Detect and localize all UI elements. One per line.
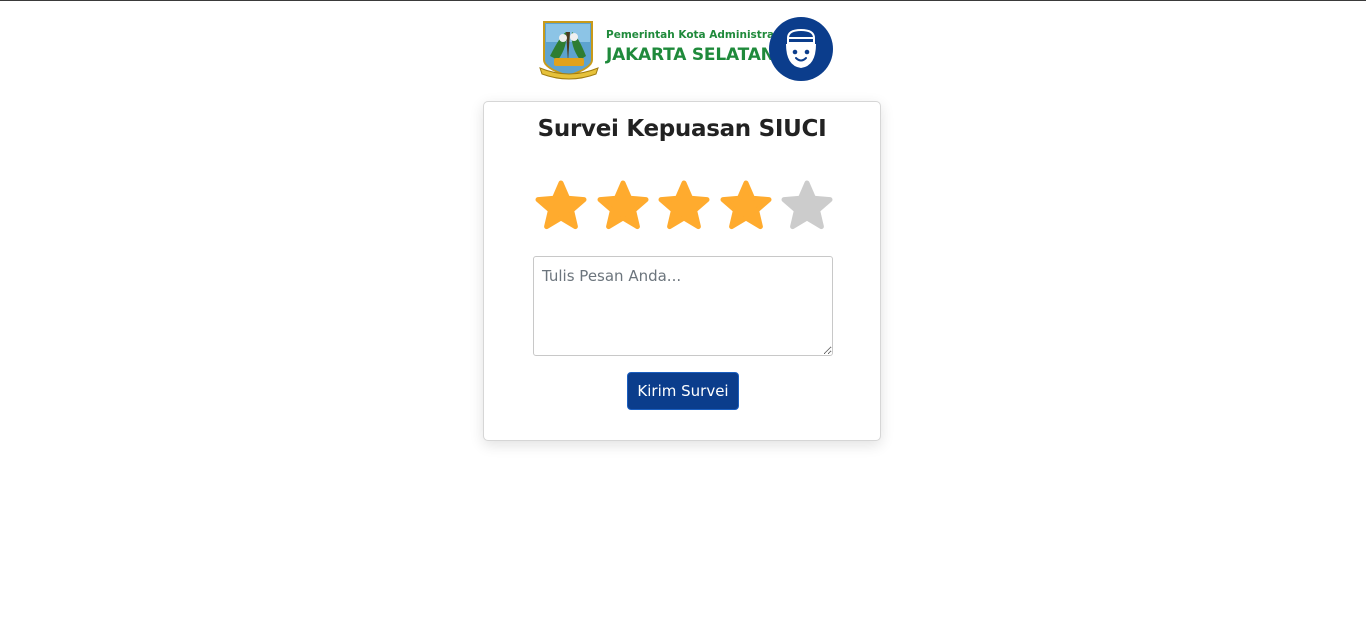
star-icon-2[interactable]	[595, 179, 651, 235]
header: Pemerintah Kota Administrasi JAKARTA SEL…	[536, 16, 834, 84]
star-icon-4[interactable]	[718, 179, 774, 235]
survey-title: Survei Kepuasan SIUCI	[537, 116, 827, 142]
mascot-face-icon	[769, 17, 833, 81]
top-border	[0, 0, 1366, 1]
star-icon-1[interactable]	[533, 179, 589, 235]
submit-survey-button[interactable]: Kirim Survei	[627, 372, 739, 410]
header-text: Pemerintah Kota Administrasi JAKARTA SEL…	[606, 28, 784, 66]
header-title: JAKARTA SELATAN	[606, 45, 775, 65]
jakarta-selatan-crest-icon	[539, 21, 599, 80]
survey-card: Survei Kepuasan SIUCI Kirim Survei	[483, 101, 881, 441]
header-subtitle: Pemerintah Kota Administrasi	[606, 29, 784, 41]
star-rating	[533, 179, 841, 235]
star-icon-5[interactable]	[779, 179, 835, 235]
star-icon-3[interactable]	[656, 179, 712, 235]
message-textarea[interactable]	[533, 256, 833, 356]
